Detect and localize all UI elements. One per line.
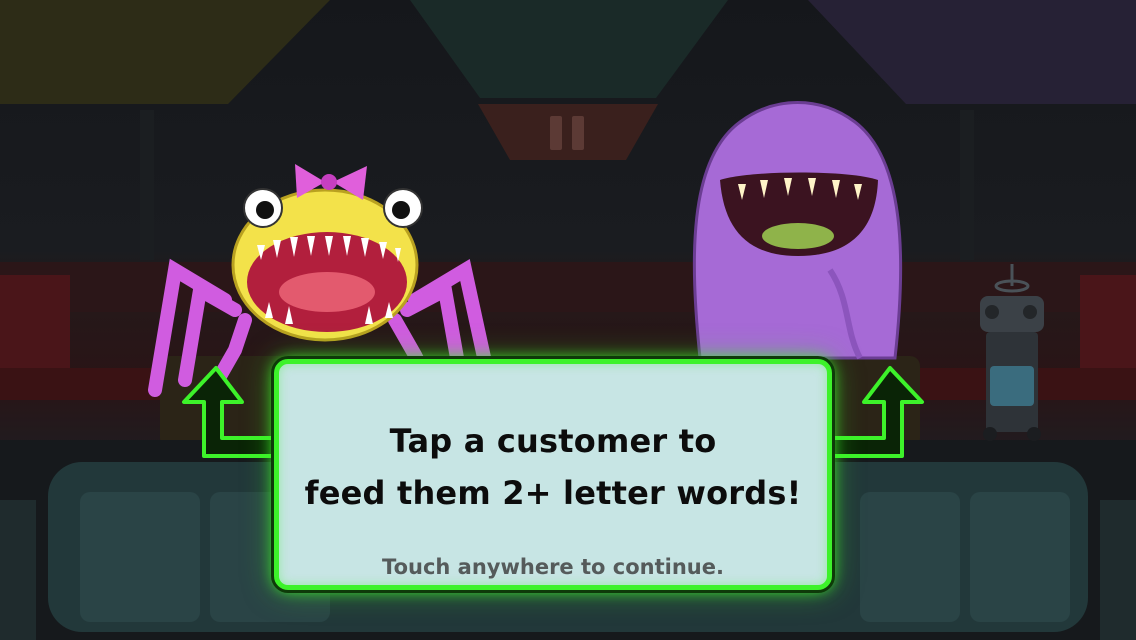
- top-right-banner: [808, 0, 1136, 104]
- arrow-right-icon: [830, 366, 924, 458]
- tutorial-dialog[interactable]: Tap a customer to feed them 2+ letter wo…: [274, 359, 832, 590]
- continue-hint: Touch anywhere to continue.: [382, 555, 724, 579]
- customer-robot-cart[interactable]: [972, 262, 1050, 442]
- top-center-banner: [410, 0, 728, 98]
- tutorial-line-2: feed them 2+ letter words!: [304, 474, 802, 512]
- pause-button[interactable]: [478, 104, 658, 162]
- customer-purple-blob[interactable]: [680, 100, 912, 360]
- arrow-left-icon: [182, 366, 276, 458]
- top-left-banner: [0, 0, 330, 104]
- tutorial-line-1: Tap a customer to: [389, 422, 717, 460]
- game-scene[interactable]: Tap a customer to feed them 2+ letter wo…: [0, 0, 1136, 640]
